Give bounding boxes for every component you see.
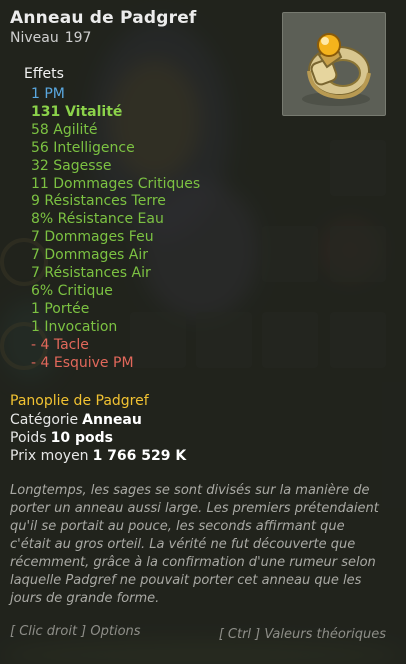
effects-title: Effets (24, 66, 64, 82)
gold-ring-with-gem-icon (302, 33, 371, 106)
effect-line: 131 Vitalité (31, 103, 123, 120)
effect-line: 58 Agilité (31, 121, 98, 138)
price-row: Prix moyen 1 766 529 K (10, 447, 186, 465)
effect-line: 1 PM (31, 86, 65, 102)
item-name: Anneau de Padgref (10, 8, 197, 28)
level-label: Niveau (10, 30, 59, 46)
item-tooltip: Anneau de Padgref Niveau 197 Effets 1 PM 1… (0, 0, 406, 664)
price-value: 1 766 529 K (92, 448, 187, 464)
category-row: Catégorie Anneau (10, 411, 186, 429)
effect-line: - 4 Tacle (31, 336, 89, 353)
item-properties: Catégorie Anneau Poids 10 pods Prix moyen 1… (10, 411, 186, 465)
effect-line: - 4 Esquive PM (31, 354, 134, 371)
effect-line: 11 Dommages Critiques (31, 175, 201, 192)
weight-value: 10 pods (50, 430, 113, 446)
effect-line: 9 Résistances Terre (31, 193, 166, 210)
effects-section: Effets 1 PM 131 Vitalité 58 Agilité 56 Inte… (24, 66, 200, 373)
price-label: Prix moyen (10, 448, 89, 464)
theoretical-values-hint: [ Ctrl ] Valeurs théoriques (218, 627, 386, 642)
weight-row: Poids 10 pods (10, 429, 186, 447)
item-description: Longtemps, les sages se sont divisés sur… (10, 483, 379, 606)
effect-line: 7 Résistances Air (31, 265, 151, 282)
effect-line: 32 Sagesse (31, 157, 112, 174)
item-level: Niveau 197 (10, 30, 197, 46)
item-header: Anneau de Padgref Niveau 197 (10, 8, 197, 46)
effect-line: 7 Dommages Feu (31, 229, 154, 246)
category-value: Anneau (82, 412, 142, 428)
options-hint: [ Clic droit ] Options (10, 624, 141, 639)
effects-list: 1 PM 131 Vitalité 58 Agilité 56 Intelligenc… (24, 86, 200, 373)
weight-label: Poids (10, 430, 47, 446)
category-label: Catégorie (10, 412, 79, 428)
item-image-frame (282, 12, 386, 116)
effect-line: 6% Critique (31, 282, 113, 299)
effect-line: 8% Résistance Eau (31, 211, 164, 228)
level-value: 197 (64, 30, 92, 46)
item-set-link[interactable]: Panoplie de Padgref (10, 393, 149, 409)
effect-line: 1 Invocation (31, 318, 118, 335)
effect-line: 56 Intelligence (31, 139, 135, 156)
effect-line: 1 Portée (31, 300, 90, 317)
effect-line: 7 Dommages Air (31, 247, 149, 264)
